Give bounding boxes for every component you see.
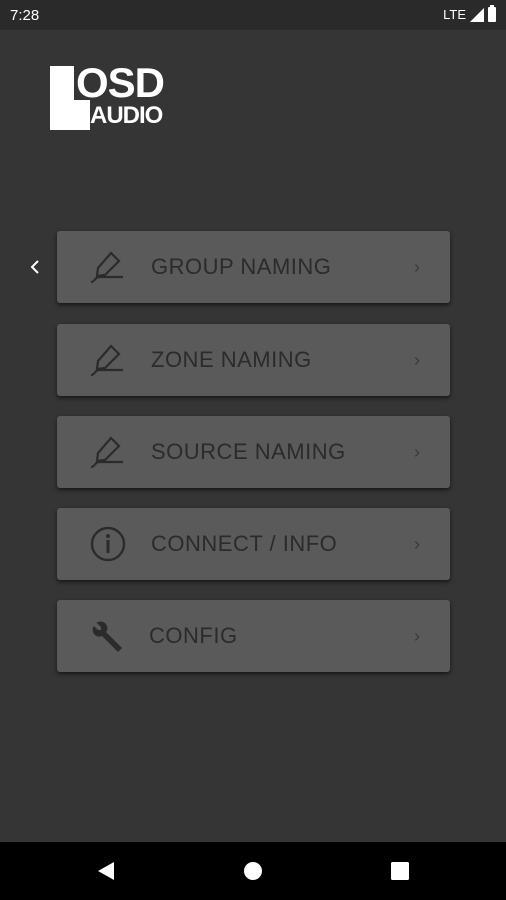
zone-naming-button[interactable]: ZONE NAMING › xyxy=(57,324,450,396)
info-icon xyxy=(90,526,126,562)
logo-text-osd: OSD xyxy=(76,59,165,106)
source-naming-button[interactable]: SOURCE NAMING › xyxy=(57,416,450,488)
status-icons: LTE xyxy=(443,5,496,22)
menu-label: ZONE NAMING xyxy=(151,347,312,372)
home-nav-icon[interactable] xyxy=(241,859,265,883)
group-naming-button[interactable]: GROUP NAMING › xyxy=(57,231,450,303)
chevron-right-icon: › xyxy=(414,350,420,370)
connect-info-button[interactable]: CONNECT / INFO › xyxy=(57,508,450,580)
menu-label: CONNECT / INFO xyxy=(151,531,338,556)
menu-label: GROUP NAMING xyxy=(151,254,332,279)
logo-text-audio: AUDIO xyxy=(90,102,163,129)
config-button[interactable]: CONFIG › xyxy=(57,600,450,672)
chevron-left-icon xyxy=(30,260,39,274)
wrench-icon xyxy=(92,621,122,652)
osd-audio-logo: OSD AUDIO xyxy=(50,62,172,130)
back-nav-icon[interactable] xyxy=(94,859,118,883)
pencil-icon xyxy=(90,251,123,284)
status-bar: 7:28 LTE xyxy=(0,0,506,30)
back-button[interactable] xyxy=(27,256,43,278)
chevron-right-icon: › xyxy=(414,442,420,462)
navigation-bar xyxy=(0,842,506,900)
pencil-icon xyxy=(90,436,123,469)
network-type: LTE xyxy=(443,7,466,22)
menu-label: SOURCE NAMING xyxy=(151,439,346,464)
pencil-icon xyxy=(90,344,123,377)
chevron-right-icon: › xyxy=(414,534,420,554)
battery-icon xyxy=(488,5,496,22)
signal-icon xyxy=(470,7,484,22)
chevron-right-icon: › xyxy=(414,257,420,277)
chevron-right-icon: › xyxy=(414,626,420,646)
menu-label: CONFIG xyxy=(149,623,238,648)
recents-nav-icon[interactable] xyxy=(388,859,412,883)
status-time: 7:28 xyxy=(10,7,40,24)
